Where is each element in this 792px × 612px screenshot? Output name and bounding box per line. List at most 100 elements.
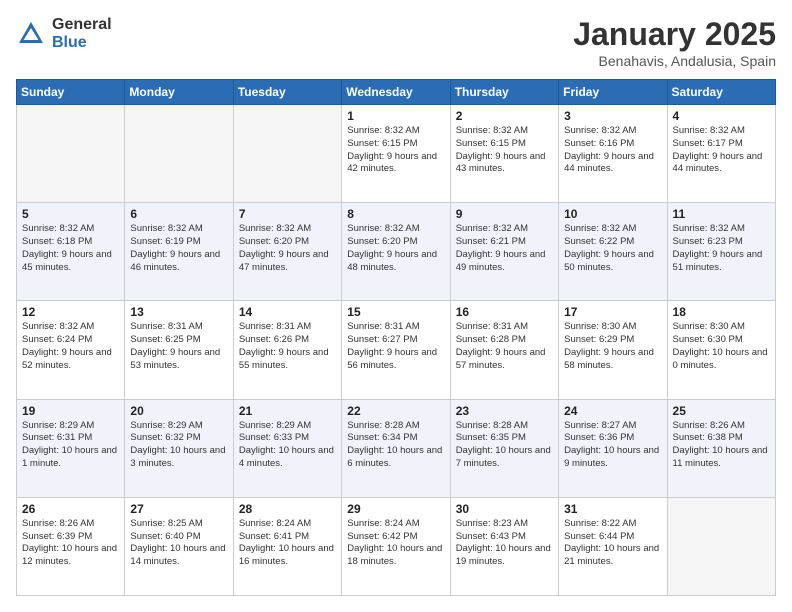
header-friday: Friday [559, 80, 667, 105]
table-row: 25 Sunrise: 8:26 AMSunset: 6:38 PMDayligh… [667, 399, 775, 497]
cell-info: Sunrise: 8:32 AMSunset: 6:19 PMDaylight:… [130, 223, 227, 274]
day-number: 14 [239, 305, 336, 319]
cell-info: Sunrise: 8:25 AMSunset: 6:40 PMDaylight:… [130, 518, 227, 569]
day-number: 5 [22, 207, 119, 221]
table-row: 21 Sunrise: 8:29 AMSunset: 6:33 PMDayligh… [233, 399, 341, 497]
cell-info: Sunrise: 8:31 AMSunset: 6:28 PMDaylight:… [456, 321, 553, 372]
table-row: 26 Sunrise: 8:26 AMSunset: 6:39 PMDayligh… [17, 497, 125, 595]
table-row: 18 Sunrise: 8:30 AMSunset: 6:30 PMDayligh… [667, 301, 775, 399]
day-number: 13 [130, 305, 227, 319]
cell-info: Sunrise: 8:31 AMSunset: 6:25 PMDaylight:… [130, 321, 227, 372]
header-thursday: Thursday [450, 80, 558, 105]
cell-info: Sunrise: 8:32 AMSunset: 6:21 PMDaylight:… [456, 223, 553, 274]
subtitle: Benahavis, Andalusia, Spain [573, 53, 776, 69]
cell-info: Sunrise: 8:24 AMSunset: 6:41 PMDaylight:… [239, 518, 336, 569]
calendar-week-row: 12 Sunrise: 8:32 AMSunset: 6:24 PMDayligh… [17, 301, 776, 399]
cell-info: Sunrise: 8:23 AMSunset: 6:43 PMDaylight:… [456, 518, 553, 569]
cell-info: Sunrise: 8:29 AMSunset: 6:32 PMDaylight:… [130, 420, 227, 471]
cell-info: Sunrise: 8:32 AMSunset: 6:15 PMDaylight:… [347, 125, 444, 176]
table-row: 4Sunrise: 8:32 AMSunset: 6:17 PMDaylight… [667, 105, 775, 203]
header-wednesday: Wednesday [342, 80, 450, 105]
day-number: 24 [564, 404, 661, 418]
cell-info: Sunrise: 8:24 AMSunset: 6:42 PMDaylight:… [347, 518, 444, 569]
day-number: 19 [22, 404, 119, 418]
cell-info: Sunrise: 8:32 AMSunset: 6:23 PMDaylight:… [673, 223, 770, 274]
table-row: 3 Sunrise: 8:32 AMSunset: 6:16 PMDaylight… [559, 105, 667, 203]
day-number: 11 [673, 207, 770, 221]
table-row: 30Sunrise: 8:23 AMSunset: 6:43 PMDayligh… [450, 497, 558, 595]
cell-info: Sunrise: 8:32 AMSunset: 6:18 PMDaylight:… [22, 223, 119, 274]
table-row: 28 Sunrise: 8:24 AMSunset: 6:41 PMDayligh… [233, 497, 341, 595]
day-number: 27 [130, 502, 227, 516]
day-number: 31 [564, 502, 661, 516]
day-number: 8 [347, 207, 444, 221]
day-number: 9 [456, 207, 553, 221]
table-row: 27 Sunrise: 8:25 AMSunset: 6:40 PMDayligh… [125, 497, 233, 595]
table-row: 23 Sunrise: 8:28 AMSunset: 6:35 PMDayligh… [450, 399, 558, 497]
day-number: 22 [347, 404, 444, 418]
calendar-week-row: 5 Sunrise: 8:32 AMSunset: 6:18 PMDaylight… [17, 203, 776, 301]
table-row [667, 497, 775, 595]
table-row: 16 Sunrise: 8:31 AMSunset: 6:28 PMDayligh… [450, 301, 558, 399]
table-row: 14 Sunrise: 8:31 AMSunset: 6:26 PMDayligh… [233, 301, 341, 399]
table-row: 2 Sunrise: 8:32 AMSunset: 6:15 PMDaylight… [450, 105, 558, 203]
table-row: 9 Sunrise: 8:32 AMSunset: 6:21 PMDaylight… [450, 203, 558, 301]
cell-info: Sunrise: 8:32 AMSunset: 6:24 PMDaylight:… [22, 321, 119, 372]
day-number: 1 [347, 109, 444, 123]
day-number: 6 [130, 207, 227, 221]
cell-info: Sunrise: 8:22 AMSunset: 6:44 PMDaylight:… [564, 518, 661, 569]
table-row: 7 Sunrise: 8:32 AMSunset: 6:20 PMDaylight… [233, 203, 341, 301]
day-number: 16 [456, 305, 553, 319]
table-row: 8 Sunrise: 8:32 AMSunset: 6:20 PMDaylight… [342, 203, 450, 301]
table-row [233, 105, 341, 203]
day-number: 17 [564, 305, 661, 319]
day-number: 25 [673, 404, 770, 418]
cell-info: Sunrise: 8:32 AMSunset: 6:16 PMDaylight:… [564, 125, 661, 176]
table-row [17, 105, 125, 203]
cell-info: Sunrise: 8:30 AMSunset: 6:29 PMDaylight:… [564, 321, 661, 372]
day-number: 26 [22, 502, 119, 516]
calendar-week-row: 26 Sunrise: 8:26 AMSunset: 6:39 PMDayligh… [17, 497, 776, 595]
cell-info: Sunrise: 8:28 AMSunset: 6:35 PMDaylight:… [456, 420, 553, 471]
day-number: 7 [239, 207, 336, 221]
table-row [125, 105, 233, 203]
table-row: 10Sunrise: 8:32 AMSunset: 6:22 PMDayligh… [559, 203, 667, 301]
day-number: 29 [347, 502, 444, 516]
cell-info: Sunrise: 8:26 AMSunset: 6:38 PMDaylight:… [673, 420, 770, 471]
day-number: 28 [239, 502, 336, 516]
title-area: January 2025 Benahavis, Andalusia, Spain [573, 16, 776, 69]
page: General Blue January 2025 Benahavis, And… [0, 0, 792, 612]
day-number: 23 [456, 404, 553, 418]
table-row: 5 Sunrise: 8:32 AMSunset: 6:18 PMDaylight… [17, 203, 125, 301]
cell-info: Sunrise: 8:30 AMSunset: 6:30 PMDaylight:… [673, 321, 770, 372]
logo: General Blue [16, 16, 112, 51]
cell-info: Sunrise: 8:26 AMSunset: 6:39 PMDaylight:… [22, 518, 119, 569]
cell-info: Sunrise: 8:27 AMSunset: 6:36 PMDaylight:… [564, 420, 661, 471]
cell-info: Sunrise: 8:29 AMSunset: 6:33 PMDaylight:… [239, 420, 336, 471]
day-number: 12 [22, 305, 119, 319]
day-number: 21 [239, 404, 336, 418]
table-row: 22Sunrise: 8:28 AMSunset: 6:34 PMDayligh… [342, 399, 450, 497]
calendar-table: Sunday Monday Tuesday Wednesday Thursday… [16, 79, 776, 596]
cell-info: Sunrise: 8:31 AMSunset: 6:26 PMDaylight:… [239, 321, 336, 372]
table-row: 17 Sunrise: 8:30 AMSunset: 6:29 PMDayligh… [559, 301, 667, 399]
table-row: 19 Sunrise: 8:29 AMSunset: 6:31 PMDayligh… [17, 399, 125, 497]
cell-info: Sunrise: 8:29 AMSunset: 6:31 PMDaylight:… [22, 420, 119, 471]
cell-info: Sunrise: 8:32 AMSunset: 6:15 PMDaylight:… [456, 125, 553, 176]
header-tuesday: Tuesday [233, 80, 341, 105]
day-number: 2 [456, 109, 553, 123]
table-row: 6 Sunrise: 8:32 AMSunset: 6:19 PMDaylight… [125, 203, 233, 301]
cell-info: Sunrise: 8:32 AMSunset: 6:17 PMDaylight:… [673, 125, 770, 176]
table-row: 20Sunrise: 8:29 AMSunset: 6:32 PMDayligh… [125, 399, 233, 497]
table-row: 12 Sunrise: 8:32 AMSunset: 6:24 PMDayligh… [17, 301, 125, 399]
table-row: 15Sunrise: 8:31 AMSunset: 6:27 PMDayligh… [342, 301, 450, 399]
day-number: 3 [564, 109, 661, 123]
logo-blue: Blue [52, 34, 112, 52]
table-row: 31 Sunrise: 8:22 AMSunset: 6:44 PMDayligh… [559, 497, 667, 595]
logo-general: General [52, 16, 112, 34]
cell-info: Sunrise: 8:32 AMSunset: 6:20 PMDaylight:… [347, 223, 444, 274]
cell-info: Sunrise: 8:32 AMSunset: 6:20 PMDaylight:… [239, 223, 336, 274]
table-row: 29 Sunrise: 8:24 AMSunset: 6:42 PMDayligh… [342, 497, 450, 595]
table-row: 11 Sunrise: 8:32 AMSunset: 6:23 PMDayligh… [667, 203, 775, 301]
day-number: 18 [673, 305, 770, 319]
